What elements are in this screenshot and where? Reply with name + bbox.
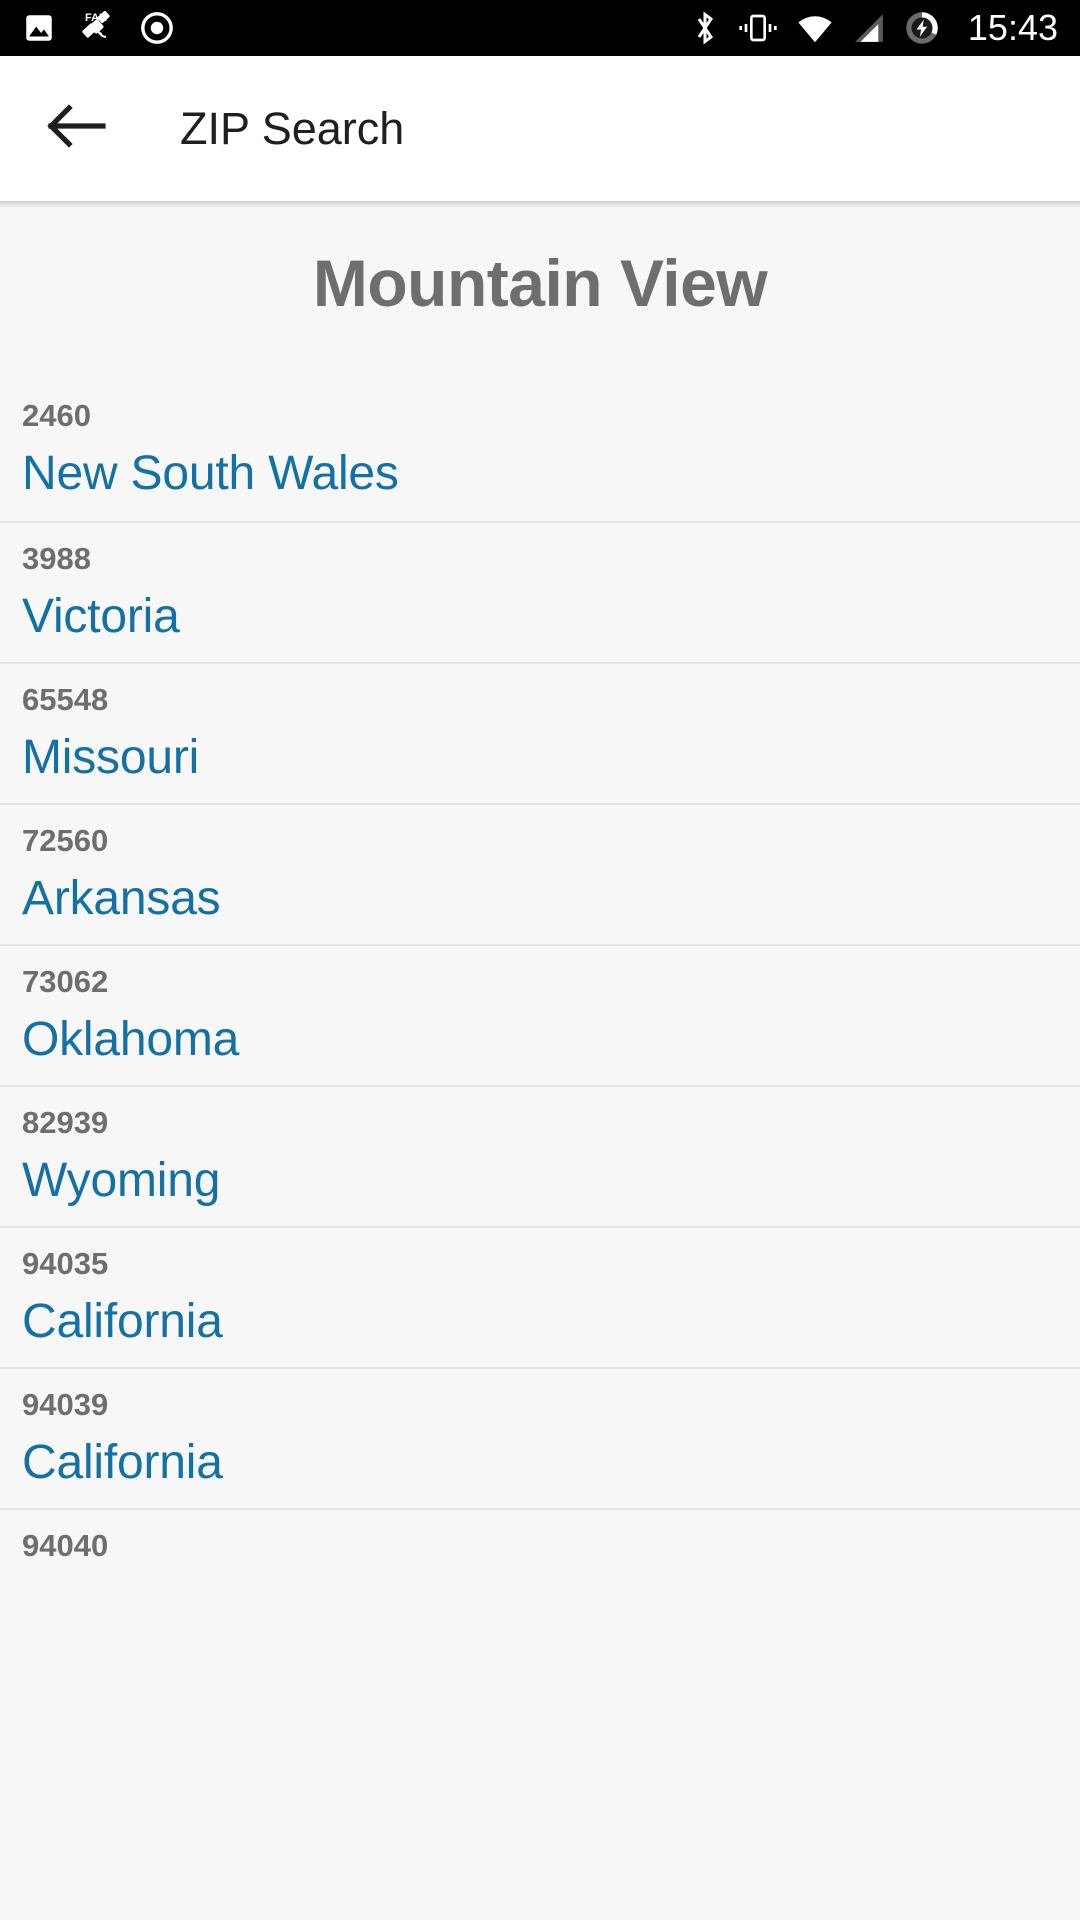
zip-code: 65548	[22, 682, 109, 718]
image-icon	[22, 11, 56, 45]
zip-state-name[interactable]: Wyoming	[22, 1157, 1058, 1205]
zip-state-name[interactable]: Missouri	[22, 734, 1058, 782]
zip-list-item[interactable]: 82939 Wyoming	[0, 1085, 1080, 1227]
zip-state-name[interactable]: Arkansas	[22, 875, 1058, 923]
content-area: Mountain View 2460 New South Wales 3988 Vic…	[0, 201, 1080, 1920]
zip-list-item[interactable]: 94039 California	[0, 1367, 1080, 1509]
status-bar: FAK 15:43	[0, 0, 1080, 56]
arrow-left-icon	[45, 102, 107, 155]
city-heading: Mountain View	[312, 246, 768, 320]
zip-list-item[interactable]: 73062 Oklahoma	[0, 944, 1080, 1086]
zip-code: 3988	[22, 541, 91, 577]
zip-state-name[interactable]: Oklahoma	[22, 1016, 1058, 1064]
svg-text:FAK: FAK	[85, 12, 107, 24]
page-title: ZIP Search	[180, 102, 405, 154]
zip-list-item[interactable]: 94035 California	[0, 1226, 1080, 1368]
zip-state-name[interactable]: New South Wales	[22, 450, 1058, 498]
zip-list-item[interactable]: 65548 Missouri	[0, 662, 1080, 804]
zip-code: 72560	[22, 823, 109, 859]
zip-state-name[interactable]: California	[22, 1439, 1058, 1487]
battery-charging-icon	[904, 10, 940, 46]
status-bar-right-icons: 15:43	[690, 7, 1058, 49]
zip-list-item[interactable]: 3988 Victoria	[0, 521, 1080, 663]
zip-code: 73062	[22, 964, 109, 1000]
zip-code: 94035	[22, 1246, 109, 1282]
zip-result-list[interactable]: 2460 New South Wales 3988 Victoria 65548 Miss…	[0, 380, 1080, 1650]
zip-list-item[interactable]: 72560 Arkansas	[0, 803, 1080, 945]
vibrate-icon	[738, 12, 778, 44]
status-bar-left-icons: FAK	[22, 9, 174, 47]
wifi-icon	[796, 12, 834, 44]
record-dot-icon	[140, 11, 174, 45]
back-button[interactable]	[38, 91, 114, 167]
zip-code: 94039	[22, 1387, 109, 1423]
app-root: FAK 15:43 ZIP Search Mountain View 2460 …	[0, 0, 1080, 1920]
zip-state-name[interactable]: California	[22, 1298, 1058, 1346]
zip-state-name[interactable]: Victoria	[22, 593, 1058, 641]
cell-signal-icon	[852, 12, 886, 44]
bluetooth-icon	[690, 10, 720, 46]
zip-code: 2460	[22, 398, 91, 434]
zip-list-item[interactable]: 2460 New South Wales	[0, 380, 1080, 522]
zip-code: 82939	[22, 1105, 109, 1141]
zip-code: 94040	[22, 1528, 109, 1564]
status-bar-clock: 15:43	[967, 7, 1058, 48]
fake-gps-satellite-icon: FAK	[78, 9, 118, 47]
zip-list-item[interactable]: 94040	[0, 1508, 1080, 1650]
app-bar: ZIP Search	[0, 56, 1080, 208]
